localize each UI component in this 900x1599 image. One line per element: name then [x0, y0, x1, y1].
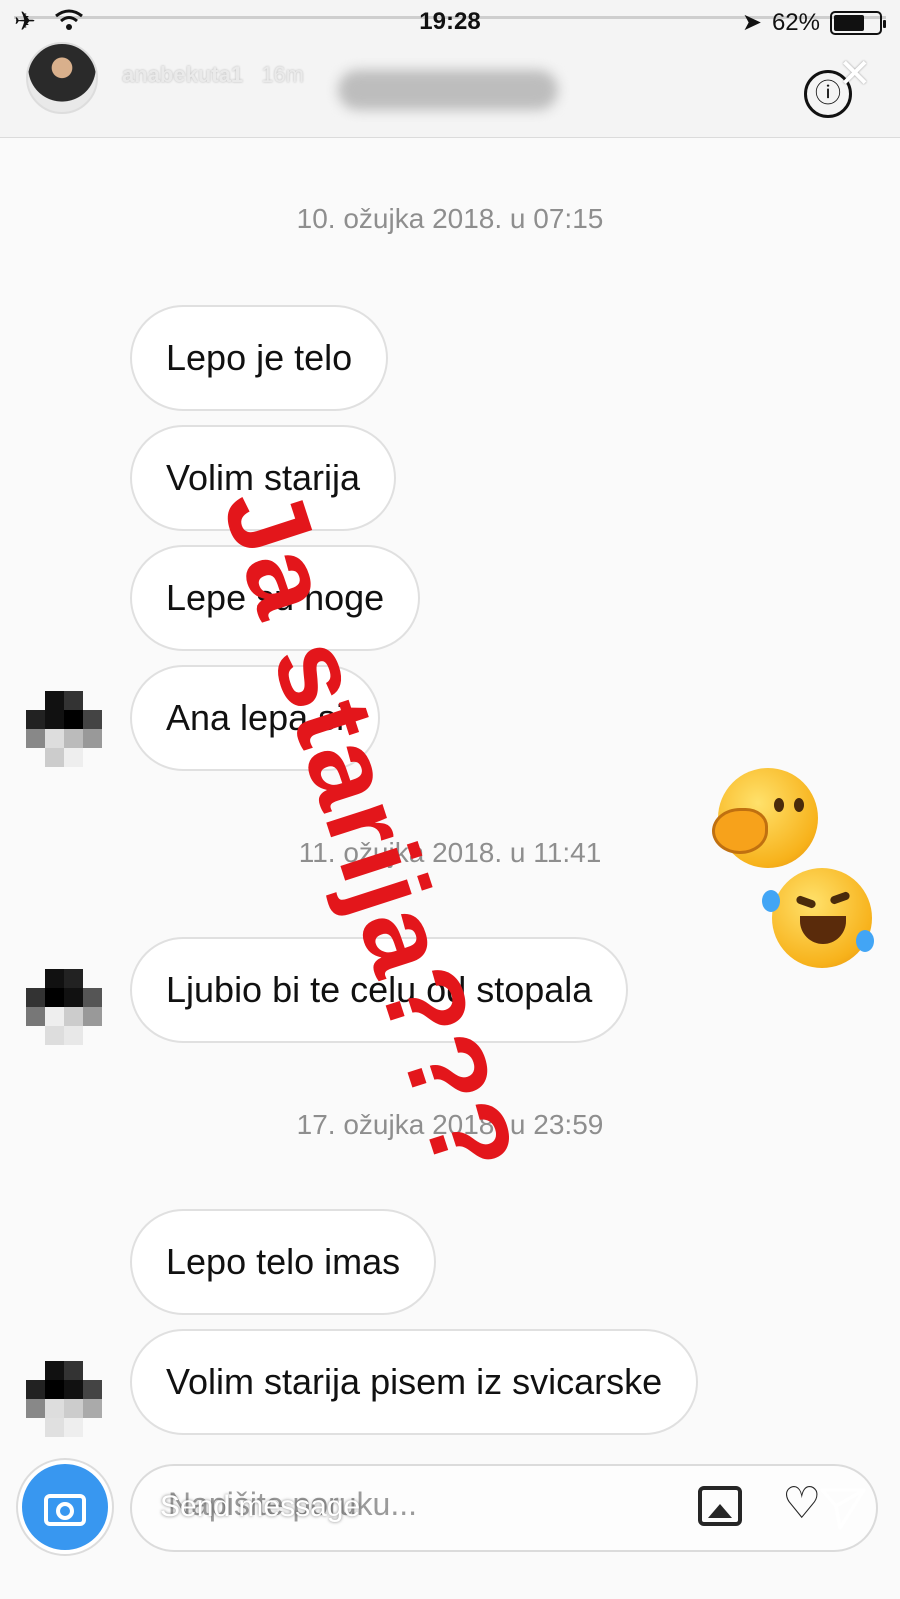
rolling-on-floor-laughing-emoji-icon [762, 868, 874, 968]
location-arrow-icon: ➤ [741, 9, 762, 36]
story-time: 16m [261, 62, 304, 87]
message-bubble[interactable]: Lepo je telo [130, 305, 389, 411]
hand-over-mouth-emoji-icon [712, 768, 818, 868]
close-icon[interactable]: ✕ [838, 54, 872, 94]
send-message-overlay[interactable]: Send message [160, 1490, 360, 1524]
pixelated-avatar [26, 691, 102, 767]
pixelated-avatar [26, 1361, 102, 1437]
timestamp: 10. ožujka 2018. u 07:15 [296, 203, 604, 234]
status-bar: ✈ 19:28 ➤ 62% [0, 0, 900, 42]
story-header: anabekuta1 16m ⓘ ✕ [0, 42, 900, 138]
battery-icon [830, 10, 886, 35]
pixelated-avatar [26, 969, 102, 1045]
story-user[interactable]: anabekuta1 16m [122, 62, 304, 88]
heart-icon[interactable]: ♡ [782, 1482, 821, 1526]
avatar[interactable] [26, 42, 98, 114]
gallery-icon[interactable] [698, 1486, 742, 1526]
message-bubble[interactable]: Lepo telo imas [130, 1209, 437, 1315]
battery-percent: 62% [771, 8, 820, 36]
message-thread: 10. ožujka 2018. u 07:15 Lepo je telo Vo… [0, 139, 900, 1599]
status-right: ➤ 62% [741, 8, 886, 37]
username[interactable]: anabekuta1 [122, 62, 243, 87]
blurred-region [338, 70, 558, 110]
camera-button[interactable] [18, 1460, 112, 1554]
share-direct-icon[interactable] [818, 1482, 868, 1532]
camera-lens [56, 1502, 74, 1520]
message-composer: Napišite poruku... Send message ♡ [18, 1460, 884, 1566]
message-bubble[interactable]: Volim starija pisem iz svicarske [130, 1329, 699, 1435]
